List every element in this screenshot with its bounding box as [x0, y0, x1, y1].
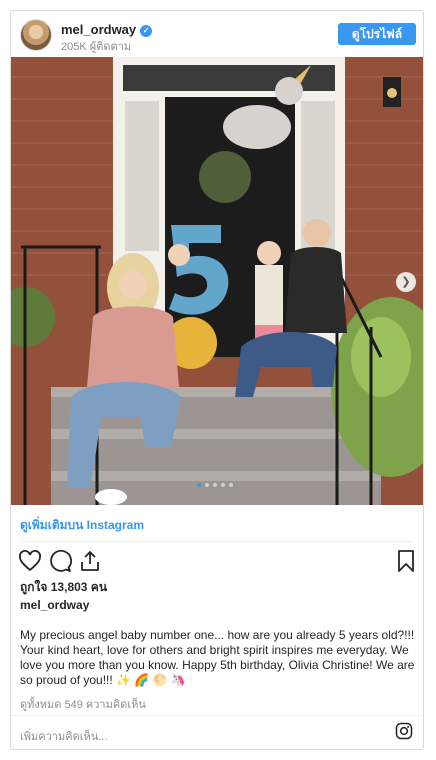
- post-caption: My precious angel baby number one... how…: [20, 628, 415, 687]
- carousel-dots: [197, 483, 233, 487]
- bookmark-icon[interactable]: [394, 549, 418, 573]
- username-text[interactable]: mel_ordway: [61, 22, 136, 37]
- heart-icon[interactable]: [18, 549, 42, 573]
- family-birthday-photo: [11, 57, 423, 505]
- instagram-embed-card: mel_ordway ✓ 205K ผู้ติดตาม ดูโปรไฟล์ ❯ …: [10, 10, 424, 750]
- instagram-icon[interactable]: [395, 722, 413, 740]
- username-link[interactable]: mel_ordway ✓: [61, 22, 153, 37]
- view-profile-button[interactable]: ดูโปรไฟล์: [338, 23, 416, 45]
- caption-username-link[interactable]: mel_ordway: [20, 598, 89, 612]
- avatar[interactable]: [20, 19, 52, 51]
- verified-badge-icon: ✓: [140, 25, 153, 37]
- divider: [11, 715, 423, 716]
- carousel-next-chevron-right-icon[interactable]: ❯: [396, 272, 416, 292]
- carousel-dot: [221, 483, 225, 487]
- divider: [20, 541, 414, 542]
- share-icon[interactable]: [78, 549, 102, 573]
- comment-icon[interactable]: [48, 549, 72, 573]
- carousel-dot: [213, 483, 217, 487]
- action-bar: [11, 547, 423, 575]
- carousel-dot: [205, 483, 209, 487]
- follower-count: 205K ผู้ติดตาม: [61, 41, 132, 53]
- carousel-dot: [197, 483, 201, 487]
- post-header: mel_ordway ✓ 205K ผู้ติดตาม ดูโปรไฟล์: [11, 11, 423, 57]
- view-all-comments-link[interactable]: ดูทั้งหมด 549 ความคิดเห็น: [20, 695, 146, 713]
- carousel-dot: [229, 483, 233, 487]
- add-comment-input[interactable]: เพิ่มความคิดเห็น...: [20, 727, 107, 745]
- view-more-on-instagram-link[interactable]: ดูเพิ่มเติมบน Instagram: [20, 516, 144, 535]
- like-count[interactable]: ถูกใจ 13,803 คน: [20, 578, 107, 597]
- post-photo[interactable]: ❯: [11, 57, 423, 505]
